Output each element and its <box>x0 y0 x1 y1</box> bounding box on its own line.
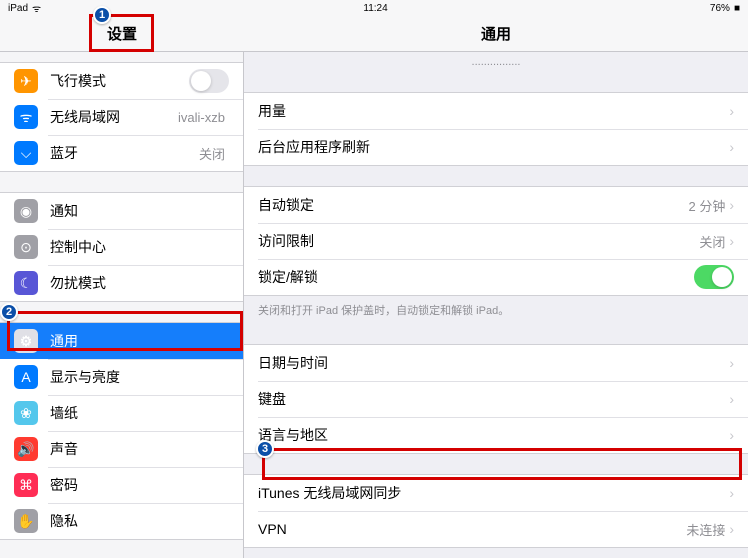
sidebar-label: 声音 <box>50 439 229 459</box>
wifi-icon: ᯤ <box>32 1 41 15</box>
chevron-icon: › <box>729 427 734 443</box>
battery-pct: 76% <box>710 3 730 14</box>
content-value: 未连接 <box>686 520 725 539</box>
sidebar-icon: ⚙ <box>14 329 38 353</box>
sidebar-item-1-2[interactable]: ☾ 勿扰模式 <box>0 265 243 301</box>
sidebar-item-2-4[interactable]: ⌘ 密码 <box>0 467 243 503</box>
sidebar-icon: A <box>14 365 38 389</box>
sidebar-label: 通用 <box>50 331 229 351</box>
sidebar-icon: ✋ <box>14 509 38 533</box>
annotation-2: 2 <box>0 303 18 321</box>
chevron-icon: › <box>729 355 734 371</box>
sidebar-item-2-2[interactable]: ❀ 墙纸 <box>0 395 243 431</box>
sidebar-icon: ⌘ <box>14 473 38 497</box>
content-label: 访问限制 <box>258 231 699 251</box>
content-row-1-1[interactable]: 访问限制关闭› <box>244 223 748 259</box>
sidebar-item-0-1[interactable]: ᯤ 无线局域网ivali-xzb <box>0 99 243 135</box>
sidebar-value: 关闭 <box>199 144 225 163</box>
sidebar-label: 密码 <box>50 475 229 495</box>
sidebar-item-2-5[interactable]: ✋ 隐私 <box>0 503 243 539</box>
annotation-3: 3 <box>256 440 274 458</box>
chevron-icon: › <box>729 139 734 155</box>
chevron-icon: › <box>729 391 734 407</box>
content-value: 2 分钟 <box>688 196 725 215</box>
sidebar-icon: ⌵ <box>14 141 38 165</box>
content-row-3-0[interactable]: iTunes 无线局域网同步› <box>244 475 748 511</box>
sidebar-label: 隐私 <box>50 511 229 531</box>
content-row-1-2[interactable]: 锁定/解锁 <box>244 259 748 295</box>
chevron-icon: › <box>729 521 734 537</box>
sidebar-item-1-1[interactable]: ⊙ 控制中心 <box>0 229 243 265</box>
device-label: iPad <box>8 3 28 14</box>
sidebar-label: 控制中心 <box>50 237 229 257</box>
content-label: 日期与时间 <box>258 353 729 373</box>
content-row-1-0[interactable]: 自动锁定2 分钟› <box>244 187 748 223</box>
annotation-1: 1 <box>93 6 111 24</box>
sidebar-label: 无线局域网 <box>50 107 178 127</box>
content-label: 后台应用程序刷新 <box>258 137 729 157</box>
sidebar-value: ivali-xzb <box>178 110 225 125</box>
content-label: 锁定/解锁 <box>258 267 694 287</box>
sidebar-icon: ❀ <box>14 401 38 425</box>
sidebar-icon: ✈ <box>14 69 38 93</box>
content-label: 用量 <box>258 101 729 121</box>
content-label: iTunes 无线局域网同步 <box>258 483 729 503</box>
content[interactable]: ................ 用量›后台应用程序刷新› 自动锁定2 分钟›访… <box>244 52 748 558</box>
content-row-2-1[interactable]: 键盘› <box>244 381 748 417</box>
battery-icon: ■ <box>734 3 740 14</box>
settings-title: 设置 <box>0 16 244 51</box>
content-label: 自动锁定 <box>258 195 688 215</box>
sidebar[interactable]: ✈飞行模式ᯤ无线局域网ivali-xzb⌵蓝牙关闭 ◉通知⊙控制中心☾勿扰模式 … <box>0 52 244 558</box>
sidebar-item-0-0[interactable]: ✈ 飞行模式 <box>0 63 243 99</box>
content-label: VPN <box>258 521 686 537</box>
status-bar: iPad ᯤ 11:24 76% ■ <box>0 0 748 16</box>
sidebar-label: 通知 <box>50 201 229 221</box>
chevron-icon: › <box>729 233 734 249</box>
toggle[interactable] <box>694 265 734 289</box>
chevron-icon: › <box>729 197 734 213</box>
sidebar-icon: ⊙ <box>14 235 38 259</box>
sidebar-icon: ☾ <box>14 271 38 295</box>
sidebar-item-2-1[interactable]: A 显示与亮度 <box>0 359 243 395</box>
content-label: 键盘 <box>258 389 729 409</box>
sidebar-label: 显示与亮度 <box>50 367 229 387</box>
content-row-0-1[interactable]: 后台应用程序刷新› <box>244 129 748 165</box>
content-row-2-2[interactable]: 语言与地区› <box>244 417 748 453</box>
sidebar-label: 墙纸 <box>50 403 229 423</box>
sidebar-label: 蓝牙 <box>50 143 199 163</box>
sidebar-item-0-2[interactable]: ⌵ 蓝牙关闭 <box>0 135 243 171</box>
content-row-3-1[interactable]: VPN未连接› <box>244 511 748 547</box>
chevron-icon: › <box>729 485 734 501</box>
content-label: 语言与地区 <box>258 425 729 445</box>
content-row-0-0[interactable]: 用量› <box>244 93 748 129</box>
toggle[interactable] <box>189 69 229 93</box>
sidebar-item-2-0[interactable]: ⚙ 通用 <box>0 323 243 359</box>
sidebar-icon: ◉ <box>14 199 38 223</box>
content-value: 关闭 <box>699 232 725 251</box>
sidebar-icon: ᯤ <box>14 105 38 129</box>
cut-indicator: ................ <box>244 52 748 72</box>
sidebar-item-1-0[interactable]: ◉ 通知 <box>0 193 243 229</box>
lock-note: 关闭和打开 iPad 保护盖时，自动锁定和解锁 iPad。 <box>244 296 748 324</box>
sidebar-label: 勿扰模式 <box>50 273 229 293</box>
sidebar-label: 飞行模式 <box>50 71 189 91</box>
sidebar-item-2-3[interactable]: 🔊 声音 <box>0 431 243 467</box>
content-row-2-0[interactable]: 日期与时间› <box>244 345 748 381</box>
sidebar-icon: 🔊 <box>14 437 38 461</box>
header: 设置 通用 <box>0 16 748 52</box>
chevron-icon: › <box>729 103 734 119</box>
general-title: 通用 <box>244 16 748 51</box>
status-time: 11:24 <box>363 3 387 14</box>
